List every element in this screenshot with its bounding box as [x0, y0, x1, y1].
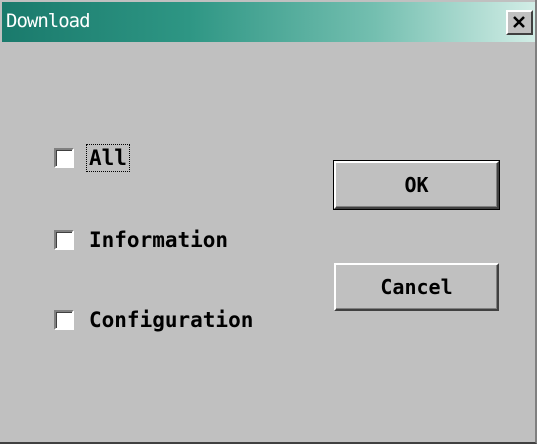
download-dialog: Download All Information Configuration O… — [0, 0, 537, 444]
checkbox-all-box[interactable] — [54, 148, 74, 168]
ok-button[interactable]: OK — [333, 160, 500, 210]
checkbox-information-label[interactable]: Information — [88, 228, 229, 252]
checkbox-configuration-label[interactable]: Configuration — [88, 308, 254, 332]
title-bar[interactable]: Download — [2, 2, 535, 42]
cancel-button[interactable]: Cancel — [334, 263, 499, 311]
window-title: Download — [6, 10, 91, 32]
checkbox-information[interactable]: Information — [54, 225, 229, 255]
checkbox-configuration-box[interactable] — [54, 310, 74, 330]
checkbox-configuration[interactable]: Configuration — [54, 305, 254, 335]
close-icon — [513, 16, 525, 28]
checkbox-all-label[interactable]: All — [86, 144, 130, 172]
checkbox-information-box[interactable] — [54, 230, 74, 250]
close-button[interactable] — [506, 10, 533, 35]
checkbox-all[interactable]: All — [54, 143, 130, 173]
